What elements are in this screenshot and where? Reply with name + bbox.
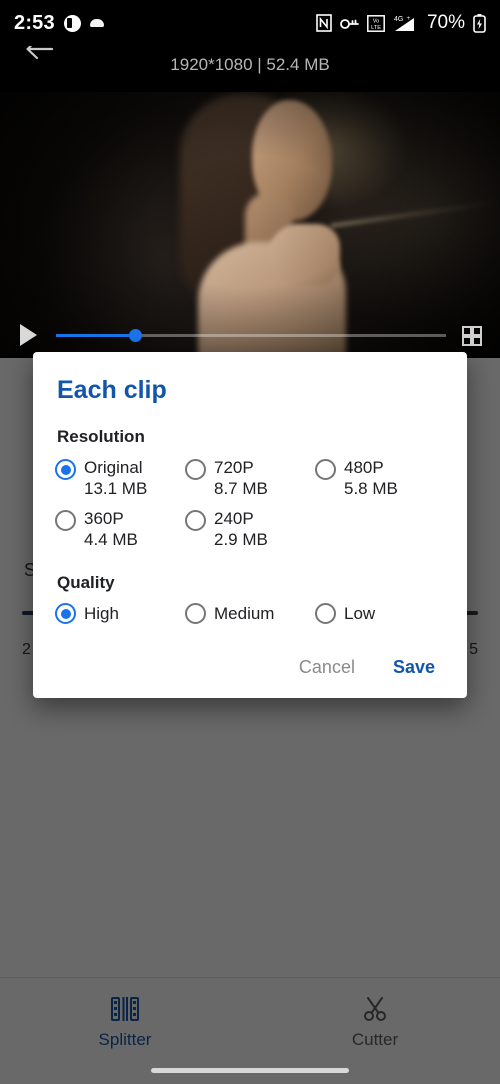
resolution-option-240p[interactable]: 240P 2.9 MB — [185, 508, 315, 550]
fullscreen-icon[interactable] — [462, 326, 482, 346]
circle-half-icon — [63, 14, 81, 32]
resolution-section-label: Resolution — [57, 427, 145, 446]
volte-icon: Vo LTE — [367, 14, 385, 32]
option-text: 720P 8.7 MB — [214, 457, 268, 499]
option-text: 480P 5.8 MB — [344, 457, 398, 499]
seek-bar-fill — [56, 334, 136, 337]
svg-text:Vo: Vo — [373, 18, 380, 24]
video-frame-vignette — [0, 92, 500, 358]
app-toolbar: 1920*1080 | 52.4 MB — [0, 46, 500, 92]
resolution-option-480p[interactable]: 480P 5.8 MB — [315, 457, 445, 499]
dialog-actions: Cancel Save — [55, 651, 445, 684]
option-name: 240P — [214, 509, 254, 528]
option-text: 360P 4.4 MB — [84, 508, 138, 550]
play-button[interactable] — [20, 324, 37, 346]
radio-button[interactable] — [55, 459, 76, 480]
video-preview[interactable] — [0, 92, 500, 358]
dialog-title: Each clip — [57, 376, 167, 404]
svg-text:4G: 4G — [394, 16, 403, 23]
page-title: 1920*1080 | 52.4 MB — [170, 55, 330, 74]
phone-screen: 2:53 Vo LTE 4G + 70% 1920*1080 | 52.4 MB… — [0, 0, 500, 1084]
option-size: 4.4 MB — [84, 530, 138, 549]
fullscreen-corner-br — [470, 334, 482, 346]
battery-icon — [473, 13, 486, 33]
splitter-icon — [111, 997, 139, 1021]
status-bar: 2:53 Vo LTE 4G + 70% — [0, 0, 500, 46]
nav-label-cutter: Cutter — [351, 1030, 399, 1049]
option-name: Low — [344, 604, 376, 623]
seek-bar-thumb[interactable] — [129, 329, 142, 342]
radio-button[interactable] — [185, 459, 206, 480]
cloud-icon — [89, 18, 104, 27]
option-size: 13.1 MB — [84, 479, 148, 498]
resolution-option-360p[interactable]: 360P 4.4 MB — [55, 508, 185, 550]
option-name: 480P — [344, 458, 384, 477]
radio-button[interactable] — [315, 603, 336, 624]
quality-section: Quality High Medium Low — [55, 573, 445, 633]
svg-text:LTE: LTE — [371, 25, 381, 31]
option-name: High — [84, 604, 119, 623]
each-clip-dialog: Each clip Resolution Original 13.1 MB 72… — [33, 352, 467, 698]
radio-button[interactable] — [185, 510, 206, 531]
option-name: Original — [84, 458, 143, 477]
radio-button[interactable] — [315, 459, 336, 480]
status-bar-left: 2:53 — [14, 12, 104, 35]
radio-button[interactable] — [55, 510, 76, 531]
status-bar-right: Vo LTE 4G + 70% — [316, 12, 486, 34]
resolution-radio-group: Original 13.1 MB 720P 8.7 MB 480P 5.8 MB — [55, 457, 445, 559]
option-name: 720P — [214, 458, 254, 477]
quality-option-low[interactable]: Low — [315, 603, 445, 624]
option-name: 360P — [84, 509, 124, 528]
option-name: Medium — [214, 604, 275, 623]
option-text: Original 13.1 MB — [84, 457, 147, 499]
signal-4g-plus-icon: 4G + — [394, 16, 414, 31]
resolution-option-720p[interactable]: 720P 8.7 MB — [185, 457, 315, 499]
radio-button[interactable] — [55, 603, 76, 624]
quality-option-high[interactable]: High — [55, 603, 185, 624]
quality-section-label: Quality — [57, 573, 115, 592]
status-time: 2:53 — [14, 11, 55, 34]
home-indicator — [151, 1068, 349, 1073]
option-size: 2.9 MB — [214, 530, 268, 549]
quality-option-medium[interactable]: Medium — [185, 603, 315, 624]
resolution-option-original[interactable]: Original 13.1 MB — [55, 457, 185, 499]
nfc-icon — [316, 14, 332, 32]
scissors-icon — [364, 997, 386, 1021]
radio-button[interactable] — [185, 603, 206, 624]
option-text: 240P 2.9 MB — [214, 508, 268, 550]
option-size: 5.8 MB — [344, 479, 398, 498]
battery-percent: 70% — [426, 12, 465, 33]
seek-bar[interactable] — [56, 329, 446, 342]
quality-radio-group: High Medium Low — [55, 603, 445, 633]
save-button[interactable]: Save — [391, 651, 437, 684]
nav-label-splitter: Splitter — [98, 1030, 152, 1049]
cancel-button[interactable]: Cancel — [297, 651, 357, 684]
vpn-key-icon — [340, 19, 359, 29]
option-size: 8.7 MB — [214, 479, 268, 498]
